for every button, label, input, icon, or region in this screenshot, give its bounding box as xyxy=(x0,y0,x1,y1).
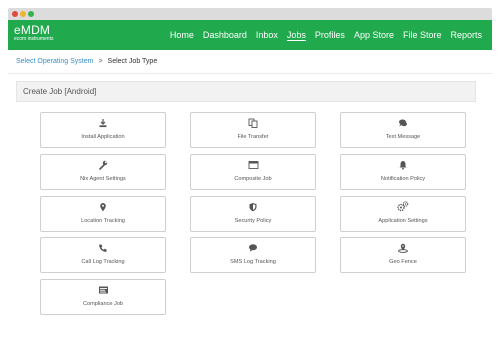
job-card-label: Call Log Tracking xyxy=(81,259,125,265)
close-window-button[interactable] xyxy=(12,11,18,17)
nav-reports[interactable]: Reports xyxy=(450,30,482,40)
job-card-label: Text Message xyxy=(385,134,421,140)
breadcrumb: Select Operating System > Select Job Typ… xyxy=(16,58,157,65)
job-card-label: Notification Policy xyxy=(380,176,426,182)
brand-name: eMDM xyxy=(14,23,51,37)
wrench-icon xyxy=(41,159,165,170)
compliance-icon xyxy=(41,284,165,295)
job-card-label: Location Tracking xyxy=(81,218,125,224)
maximize-window-button[interactable] xyxy=(28,11,34,17)
job-card-call-log-tracking[interactable]: Call Log Tracking xyxy=(40,237,166,273)
job-card-location-tracking[interactable]: Location Tracking xyxy=(40,196,166,232)
nav-jobs[interactable]: Jobs xyxy=(287,30,306,40)
header-divider xyxy=(8,73,492,74)
create-job-panel-header: Create Job [Android] xyxy=(16,81,476,102)
file-transfer-icon xyxy=(191,117,315,128)
chat-icon xyxy=(341,117,465,128)
job-card-composite-job[interactable]: Composite Job xyxy=(190,154,316,190)
job-card-label: Application Settings xyxy=(378,218,428,224)
job-card-security-policy[interactable]: Security Policy xyxy=(190,196,316,232)
main-nav: Home Dashboard Inbox Jobs Profiles App S… xyxy=(161,20,482,50)
location-pin-icon xyxy=(41,201,165,212)
nav-file-store[interactable]: File Store xyxy=(403,30,442,40)
nav-app-store[interactable]: App Store xyxy=(354,30,394,40)
job-card-label: Install Application xyxy=(81,134,125,140)
nav-profiles[interactable]: Profiles xyxy=(315,30,345,40)
job-card-geo-fence[interactable]: Geo Fence xyxy=(340,237,466,273)
nav-home[interactable]: Home xyxy=(170,30,194,40)
window-titlebar xyxy=(8,8,492,20)
download-icon xyxy=(41,117,165,128)
job-card-label: Geo Fence xyxy=(389,259,417,265)
bell-icon xyxy=(341,159,465,170)
minimize-window-button[interactable] xyxy=(20,11,26,17)
job-card-install-application[interactable]: Install Application xyxy=(40,112,166,148)
job-card-sms-log-tracking[interactable]: SMS Log Tracking xyxy=(190,237,316,273)
gears-icon xyxy=(341,201,465,212)
job-card-label: Compliance Job xyxy=(82,301,124,307)
geo-fence-icon xyxy=(341,242,465,253)
job-card-notification-policy[interactable]: Notification Policy xyxy=(340,154,466,190)
job-card-nix-agent-settings[interactable]: Nix Agent Settings xyxy=(40,154,166,190)
job-card-file-transfer[interactable]: File Transfer xyxy=(190,112,316,148)
nav-inbox[interactable]: Inbox xyxy=(256,30,278,40)
job-card-label: Composite Job xyxy=(234,176,272,182)
breadcrumb-separator: > xyxy=(98,58,103,65)
job-card-label: Security Policy xyxy=(234,218,272,224)
shield-icon xyxy=(191,201,315,212)
job-card-application-settings[interactable]: Application Settings xyxy=(340,196,466,232)
brand-logo[interactable]: eMDM ecom instruments xyxy=(14,24,53,43)
breadcrumb-current: Select Job Type xyxy=(107,58,158,65)
job-card-label: Nix Agent Settings xyxy=(80,176,126,182)
nav-dashboard[interactable]: Dashboard xyxy=(203,30,247,40)
brand-subtitle: ecom instruments xyxy=(14,36,54,42)
panel-title: Create Job [Android] xyxy=(23,87,97,96)
phone-icon xyxy=(41,242,165,253)
job-card-text-message[interactable]: Text Message xyxy=(340,112,466,148)
job-card-label: SMS Log Tracking xyxy=(230,259,276,265)
job-card-label: File Transfer xyxy=(237,134,269,140)
composite-icon xyxy=(191,159,315,170)
top-navbar: eMDM ecom instruments Home Dashboard Inb… xyxy=(8,20,492,50)
job-card-compliance-job[interactable]: Compliance Job xyxy=(40,279,166,315)
comment-icon xyxy=(191,242,315,253)
breadcrumb-select-os-link[interactable]: Select Operating System xyxy=(16,58,93,65)
